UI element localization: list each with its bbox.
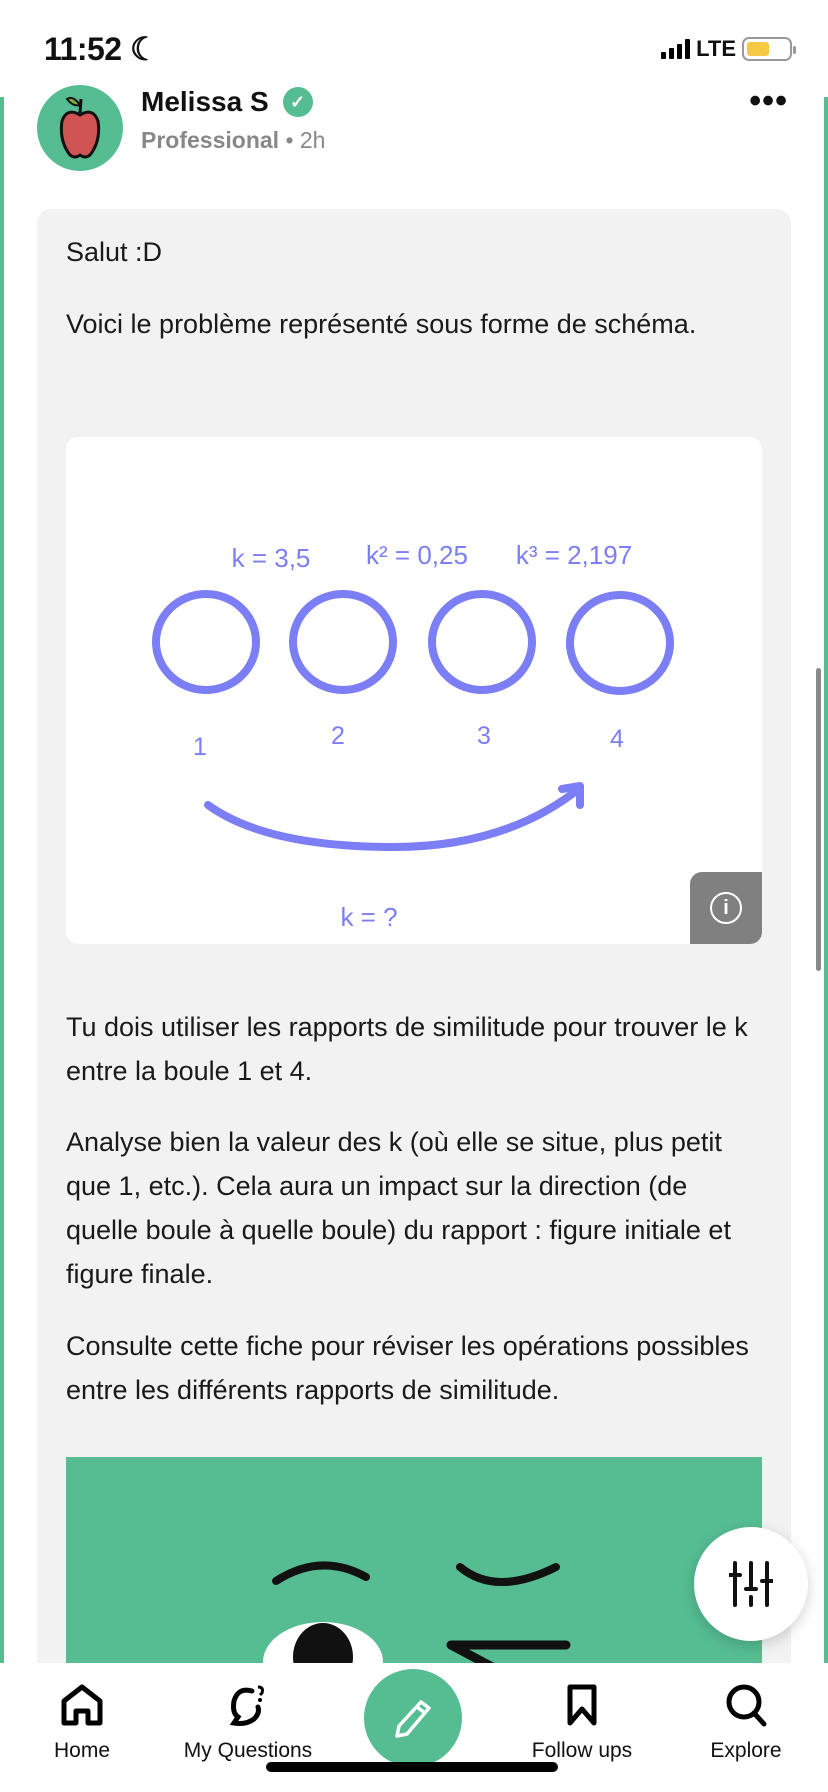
nav-home[interactable]: Home xyxy=(2,1683,162,1763)
author-name[interactable]: Melissa S xyxy=(141,86,269,118)
paragraph-analysis: Analyse bien la valeur des k (où elle se… xyxy=(66,1127,731,1289)
diagram-image[interactable]: k = 3,5 k² = 0,25 k³ = 2,197 1 2 3 4 k =… xyxy=(66,437,762,944)
status-time: 11:52 ☾ xyxy=(44,30,159,68)
more-options-button[interactable]: ••• xyxy=(749,82,788,121)
nav-my-questions[interactable]: My Questions xyxy=(168,1683,328,1763)
moon-icon: ☾ xyxy=(129,31,159,67)
ratio-k-label: k = 3,5 xyxy=(232,543,311,573)
nav-explore[interactable]: Explore xyxy=(666,1683,826,1763)
signal-icon xyxy=(661,39,691,59)
info-icon: i xyxy=(710,892,742,924)
winking-face-illustration xyxy=(263,1561,571,1677)
ratio-k2-label: k² = 0,25 xyxy=(366,540,468,570)
home-icon xyxy=(61,1684,103,1726)
ball-label-4: 4 xyxy=(610,725,624,753)
ball-1 xyxy=(152,590,260,694)
nav-label: My Questions xyxy=(183,1739,313,1762)
question-bubble-icon xyxy=(229,1685,264,1726)
nav-follow-ups[interactable]: Follow ups xyxy=(502,1683,662,1763)
ball-label-1: 1 xyxy=(193,733,207,761)
meta-separator: • xyxy=(285,127,294,153)
scrollbar[interactable] xyxy=(816,668,821,971)
image-info-button[interactable]: i xyxy=(690,872,762,944)
post-time: 2h xyxy=(299,127,326,153)
arrow-1-to-4 xyxy=(204,782,584,851)
nav-label: Follow ups xyxy=(531,1739,633,1762)
paragraph-reference: Consulte cette fiche pour réviser les op… xyxy=(66,1331,749,1405)
ball-3 xyxy=(428,590,536,694)
right-accent-border xyxy=(824,97,828,1667)
similitude-diagram: k = 3,5 k² = 0,25 k³ = 2,197 1 2 3 4 k =… xyxy=(152,540,674,932)
author-role: Professional xyxy=(141,127,280,153)
author-row: Melissa S ✓ xyxy=(141,86,313,118)
left-accent-border xyxy=(0,97,4,1667)
status-indicators: LTE xyxy=(661,36,796,62)
paragraph-greeting: Salut :D xyxy=(66,237,163,267)
home-indicator xyxy=(266,1762,558,1772)
paragraph-instructions: Tu dois utiliser les rapports de similit… xyxy=(66,1012,748,1086)
time-text: 11:52 xyxy=(44,31,122,67)
avatar[interactable] xyxy=(37,85,123,171)
pencil-icon xyxy=(395,1700,431,1738)
ratio-k3-label: k³ = 2,197 xyxy=(516,540,632,570)
verified-check-icon: ✓ xyxy=(282,87,313,117)
battery-icon xyxy=(742,37,796,61)
ask-question-button[interactable] xyxy=(364,1669,462,1767)
sliders-icon xyxy=(729,1561,773,1607)
ball-label-3: 3 xyxy=(477,722,491,750)
filter-button[interactable] xyxy=(694,1527,808,1641)
paragraph-intro: Voici le problème représenté sous forme … xyxy=(66,309,697,339)
apple-icon xyxy=(59,96,101,159)
nav-label: Home xyxy=(53,1739,111,1762)
network-label: LTE xyxy=(696,36,736,61)
reference-sheet-image[interactable] xyxy=(66,1457,762,1677)
author-meta: Professional • 2h xyxy=(141,127,325,154)
ball-label-2: 2 xyxy=(331,722,345,750)
search-icon xyxy=(726,1684,767,1727)
ball-4 xyxy=(566,591,674,695)
question-label: k = ? xyxy=(340,902,397,932)
bookmark-icon xyxy=(567,1684,597,1726)
ball-2 xyxy=(289,590,397,694)
nav-label: Explore xyxy=(710,1739,782,1762)
